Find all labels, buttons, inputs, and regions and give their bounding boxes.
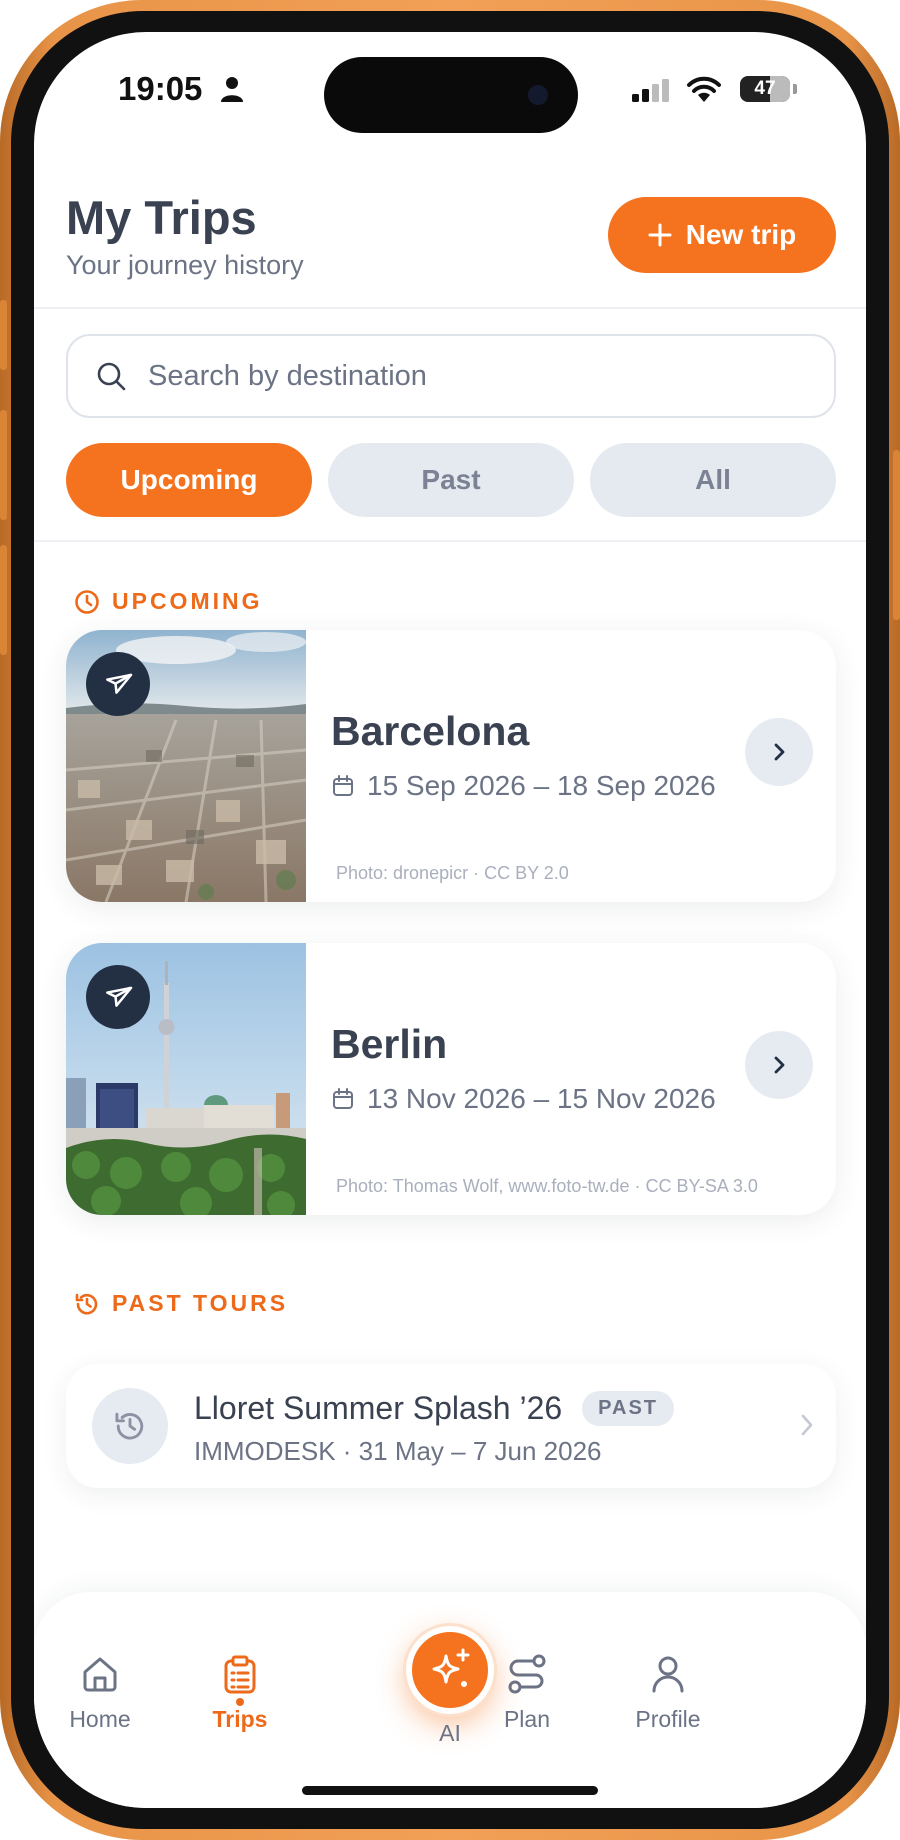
page-title: My Trips <box>66 191 257 244</box>
nav-home-label: Home <box>69 1706 131 1732</box>
past-tour-meta: IMMODESK · 31 May – 7 Jun 2026 <box>194 1436 602 1466</box>
search-input[interactable] <box>148 359 708 393</box>
nav-ai-label: AI <box>439 1720 461 1746</box>
screen: 19:05 47 My Trips Your journey history N… <box>34 32 866 1808</box>
search-icon <box>97 362 126 391</box>
plus-icon <box>648 223 672 247</box>
plane-icon <box>106 673 133 694</box>
wifi-icon <box>687 76 721 102</box>
plane-badge <box>86 652 150 716</box>
trip-card-barcelona[interactable]: Barcelona 15 Sep 2026 – 18 Sep 2026 Phot… <box>66 630 836 902</box>
camera-icon <box>528 85 548 105</box>
person-icon <box>221 77 243 102</box>
divider <box>34 307 866 309</box>
photo-credit: Photo: Thomas Wolf, www.foto-tw.de · CC … <box>336 1176 758 1196</box>
trip-dates-text: 13 Nov 2026 – 15 Nov 2026 <box>367 1083 716 1114</box>
open-trip-button[interactable] <box>745 1031 813 1099</box>
tab-all[interactable]: All <box>590 443 836 517</box>
trip-dates-text: 15 Sep 2026 – 18 Sep 2026 <box>367 770 716 801</box>
trip-photo-barcelona <box>66 630 306 902</box>
chevron-right-icon <box>774 1056 785 1074</box>
chevron-right-icon <box>801 1414 813 1436</box>
plane-icon <box>106 986 133 1007</box>
past-tour-title: Lloret Summer Splash ’26 <box>194 1390 563 1426</box>
mute-switch <box>0 300 7 370</box>
signal-icon <box>632 79 669 102</box>
volume-up-button <box>0 410 7 520</box>
new-trip-button[interactable]: New trip <box>608 197 836 273</box>
home-indicator[interactable] <box>302 1786 598 1795</box>
divider <box>34 540 866 542</box>
page-subtitle: Your journey history <box>66 250 304 280</box>
history-icon <box>75 1293 98 1314</box>
section-past-tours: PAST TOURS <box>74 1290 288 1317</box>
past-tour-icon <box>92 1388 168 1464</box>
nav-home[interactable]: Home <box>34 1654 170 1733</box>
profile-icon <box>652 1656 684 1693</box>
past-tour-card[interactable]: Lloret Summer Splash ’26 PAST IMMODESK ·… <box>66 1364 836 1488</box>
nav-profile-label: Profile <box>635 1706 701 1732</box>
nav-trips-label: Trips <box>212 1706 268 1732</box>
history-icon <box>115 1412 144 1440</box>
home-icon <box>83 1657 117 1692</box>
open-trip-button[interactable] <box>745 718 813 786</box>
photo-credit: Photo: dronepicr · CC BY 2.0 <box>336 863 569 883</box>
clock-icon <box>75 589 99 614</box>
chevron-right-icon <box>774 743 785 761</box>
calendar-icon <box>333 1088 353 1109</box>
trip-city: Barcelona <box>331 708 530 754</box>
section-upcoming-label: UPCOMING <box>112 588 263 614</box>
battery-nub <box>793 84 797 94</box>
battery-level: 47 <box>754 78 776 99</box>
trip-dates: 15 Sep 2026 – 18 Sep 2026 <box>331 770 716 802</box>
volume-down-button <box>0 545 7 655</box>
nav-trips[interactable]: Trips <box>170 1654 310 1733</box>
new-trip-label: New trip <box>685 219 797 250</box>
tab-past[interactable]: Past <box>328 443 574 517</box>
battery-icon: 47 <box>740 76 790 102</box>
search-box[interactable] <box>66 334 836 418</box>
trip-photo-berlin <box>66 943 306 1215</box>
status-time: 19:05 <box>118 70 203 107</box>
ai-button[interactable] <box>406 1626 494 1714</box>
trip-dates: 13 Nov 2026 – 15 Nov 2026 <box>331 1083 716 1115</box>
dynamic-island <box>324 57 578 133</box>
section-upcoming: UPCOMING <box>74 588 263 615</box>
nav-profile[interactable]: Profile <box>598 1654 738 1733</box>
calendar-icon <box>333 775 353 796</box>
route-icon <box>508 1654 546 1694</box>
status-badge: PAST <box>582 1391 675 1426</box>
tab-upcoming[interactable]: Upcoming <box>66 443 312 517</box>
trip-city: Berlin <box>331 1021 448 1067</box>
power-button <box>893 450 900 620</box>
trip-card-berlin[interactable]: Berlin 13 Nov 2026 – 15 Nov 2026 Photo: … <box>66 943 836 1215</box>
section-past-label: PAST TOURS <box>112 1290 289 1316</box>
clipboard-icon <box>224 1655 256 1694</box>
active-indicator <box>236 1698 244 1706</box>
nav-plan-label: Plan <box>503 1706 551 1732</box>
past-tour-title-row: Lloret Summer Splash ’26 PAST <box>194 1390 675 1427</box>
plane-badge <box>86 965 150 1029</box>
sparkles-icon <box>432 1648 470 1687</box>
